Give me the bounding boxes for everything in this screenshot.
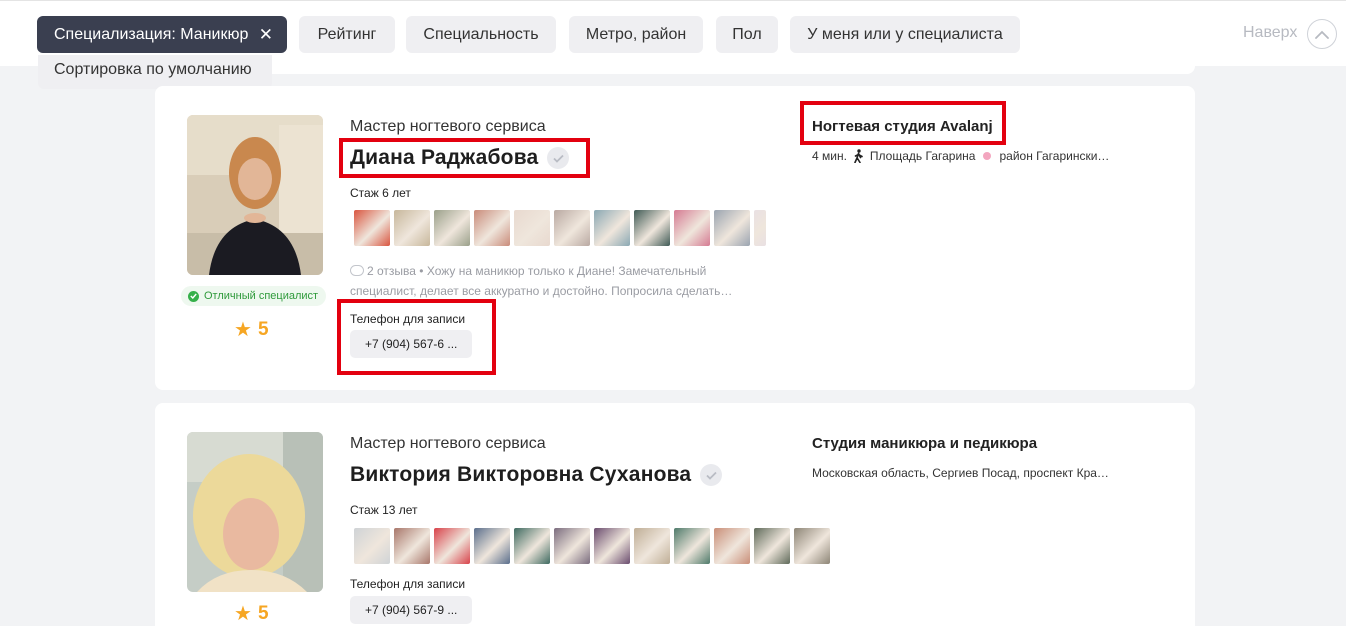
specialist-name[interactable]: Виктория Викторовна Суханова [350, 463, 723, 487]
work-photo-thumbnail[interactable] [794, 528, 830, 564]
location-info: 4 мин. Площадь Гагарина район Гагарински… [812, 149, 1109, 163]
specialist-photo[interactable] [187, 432, 323, 592]
rating-value: 5 [257, 319, 269, 340]
specialist-photo[interactable] [187, 115, 323, 275]
specialist-card: Отличный специалист ★ 5 Мастер ногтевого… [155, 86, 1195, 390]
work-photo-thumbnail[interactable] [554, 528, 590, 564]
phone-label: Телефон для записи [350, 577, 466, 591]
rating: ★ 5 [234, 603, 269, 625]
work-photo-thumbnail[interactable] [714, 528, 750, 564]
sort-dropdown[interactable]: Сортировка по умолчанию [38, 55, 272, 89]
experience: Стаж 13 лет [350, 503, 418, 517]
work-photo-thumbnail[interactable] [394, 210, 430, 246]
work-photo-thumbnail[interactable] [514, 528, 550, 564]
studio-address: Московская область, Сергиев Посад, просп… [812, 466, 1109, 480]
scroll-top-button[interactable] [1307, 19, 1337, 49]
review-count[interactable]: 2 отзыва [367, 264, 416, 278]
work-photo-thumbnail[interactable] [634, 210, 670, 246]
work-photo-thumbnail[interactable] [394, 528, 430, 564]
scroll-top-link[interactable]: Наверх [1243, 24, 1297, 42]
specialist-role: Мастер ногтевого сервиса [350, 118, 546, 135]
work-photo-thumbnail[interactable] [754, 528, 790, 564]
walk-time: 4 мин. [812, 149, 847, 163]
work-photos [354, 528, 830, 564]
status-badge-label: Отличный специалист [204, 290, 319, 302]
comment-icon [350, 265, 364, 276]
work-photo-thumbnail[interactable] [354, 210, 390, 246]
highlight-phone-box [337, 299, 496, 375]
filter-chip-location[interactable]: У меня или у специалиста [790, 16, 1020, 53]
specialist-name-text[interactable]: Виктория Викторовна Суханова [350, 463, 691, 487]
filter-chip-specialization-label: Специализация: Маникюр [54, 25, 249, 43]
highlight-studio-box [800, 101, 1006, 145]
work-photo-thumbnail[interactable] [754, 210, 766, 246]
rating: ★ 5 [234, 319, 269, 341]
review-snippet[interactable]: 2 отзыва • Хожу на маникюр только к Диан… [350, 261, 775, 301]
verified-icon [700, 464, 723, 486]
rating-value: 5 [257, 603, 269, 624]
work-photo-thumbnail[interactable] [434, 210, 470, 246]
work-photo-thumbnail[interactable] [554, 210, 590, 246]
specialist-card: ★ 5 Мастер ногтевого сервиса Виктория Ви… [155, 403, 1195, 626]
experience: Стаж 6 лет [350, 186, 411, 200]
work-photo-thumbnail[interactable] [634, 528, 670, 564]
metro-station: Площадь Гагарина [869, 149, 976, 163]
work-photo-thumbnail[interactable] [594, 528, 630, 564]
filter-chip-specialization[interactable]: Специализация: Маникюр ✕ [37, 16, 287, 53]
work-photo-thumbnail[interactable] [514, 210, 550, 246]
work-photo-thumbnail[interactable] [674, 528, 710, 564]
district: район Гагарински… [999, 149, 1110, 163]
check-icon [188, 290, 199, 302]
work-photo-thumbnail[interactable] [674, 210, 710, 246]
previous-card-bottom [155, 62, 1195, 74]
work-photo-thumbnail[interactable] [354, 528, 390, 564]
filter-chip-specialty[interactable]: Специальность [406, 16, 556, 53]
chevron-up-icon [1315, 30, 1329, 39]
work-photo-thumbnail[interactable] [474, 528, 510, 564]
star-icon: ★ [234, 603, 252, 625]
highlight-name-box [339, 138, 590, 178]
close-icon[interactable]: ✕ [259, 25, 273, 44]
filter-chip-gender[interactable]: Пол [716, 16, 778, 53]
work-photo-thumbnail[interactable] [434, 528, 470, 564]
metro-line-dot [983, 152, 992, 160]
walking-person-icon [854, 149, 863, 163]
filter-chip-metro[interactable]: Метро, район [569, 16, 703, 53]
star-icon: ★ [234, 319, 252, 341]
top-divider [0, 0, 1346, 1]
work-photo-thumbnail[interactable] [594, 210, 630, 246]
specialist-role: Мастер ногтевого сервиса [350, 435, 546, 452]
work-photos [354, 210, 766, 246]
studio-name[interactable]: Студия маникюра и педикюра [812, 435, 1037, 452]
phone-button[interactable]: +7 (904) 567-9 ... [350, 596, 473, 624]
work-photo-thumbnail[interactable] [714, 210, 750, 246]
filter-chip-rating[interactable]: Рейтинг [299, 16, 395, 53]
status-badge: Отличный специалист [181, 286, 327, 306]
work-photo-thumbnail[interactable] [474, 210, 510, 246]
